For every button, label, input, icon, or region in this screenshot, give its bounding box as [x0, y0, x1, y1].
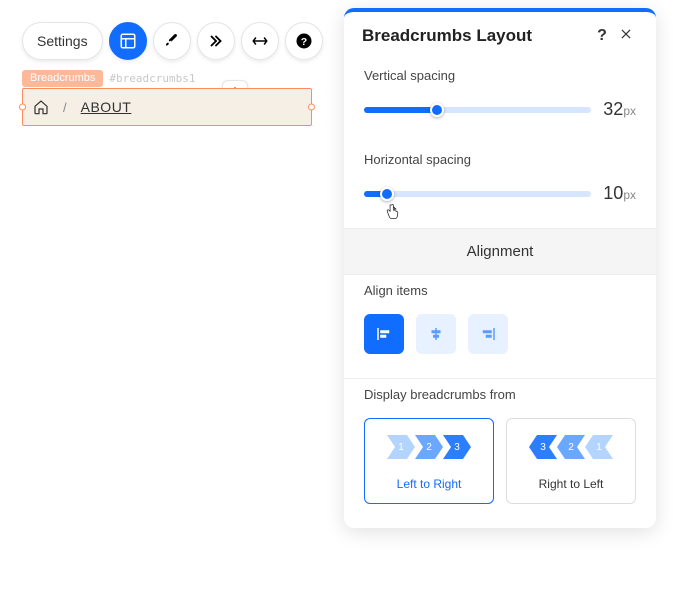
layout-icon [119, 32, 137, 50]
home-icon [33, 99, 49, 115]
unit-label: px [623, 104, 636, 118]
rtl-option[interactable]: 3 2 1 Right to Left [506, 418, 636, 504]
horizontal-spacing-slider[interactable] [364, 191, 591, 197]
help-icon: ? [295, 32, 313, 50]
vertical-spacing-section: Vertical spacing 32px [344, 60, 656, 144]
align-left-icon [375, 325, 393, 343]
horizontal-spacing-value: 10 [603, 183, 623, 203]
display-from-label: Display breadcrumbs from [364, 387, 636, 402]
resize-handle-left[interactable] [19, 104, 26, 111]
stretch-tool-button[interactable] [241, 22, 279, 60]
breadcrumb-widget[interactable]: / ABOUT [22, 88, 312, 126]
design-tool-button[interactable] [153, 22, 191, 60]
align-center-button[interactable] [416, 314, 456, 354]
settings-button[interactable]: Settings [22, 22, 103, 60]
animation-tool-button[interactable] [197, 22, 235, 60]
cursor-icon [384, 203, 400, 224]
align-items-label: Align items [364, 283, 636, 298]
vertical-spacing-value: 32 [603, 99, 623, 119]
help-tool-button[interactable]: ? [285, 22, 323, 60]
resize-handle-right[interactable] [308, 104, 315, 111]
align-right-icon [479, 325, 497, 343]
display-direction-section: Display breadcrumbs from 1 2 3 Left to R… [344, 379, 656, 528]
alignment-header: Alignment [344, 228, 656, 275]
rtl-label: Right to Left [515, 477, 627, 491]
panel-close-button[interactable] [614, 27, 638, 46]
panel-header: Breadcrumbs Layout ? [344, 12, 656, 60]
settings-label: Settings [37, 33, 88, 49]
align-right-button[interactable] [468, 314, 508, 354]
align-items-section: Align items [344, 275, 656, 378]
breadcrumb-current: ABOUT [81, 99, 132, 115]
unit-label-2: px [623, 188, 636, 202]
brush-icon [163, 32, 181, 50]
element-tag: Breadcrumbs #breadcrumbs1 [22, 70, 200, 87]
vertical-spacing-label: Vertical spacing [364, 68, 636, 83]
horizontal-spacing-label: Horizontal spacing [364, 152, 636, 167]
vertical-spacing-slider[interactable] [364, 107, 591, 113]
stretch-icon [251, 32, 269, 50]
align-left-button[interactable] [364, 314, 404, 354]
svg-text:?: ? [300, 36, 306, 48]
element-type-tag: Breadcrumbs [22, 70, 103, 87]
panel-help-button[interactable]: ? [590, 27, 614, 45]
ltr-label: Left to Right [373, 477, 485, 491]
ltr-option[interactable]: 1 2 3 Left to Right [364, 418, 494, 504]
element-id-tag: #breadcrumbs1 [105, 70, 199, 87]
breadcrumb-separator: / [63, 100, 67, 115]
toolbar: Settings ? [22, 22, 323, 60]
panel-title: Breadcrumbs Layout [362, 26, 532, 46]
animation-icon [207, 32, 225, 50]
align-center-icon [427, 325, 445, 343]
layout-tool-button[interactable] [109, 22, 147, 60]
close-icon [619, 27, 633, 41]
layout-panel: Breadcrumbs Layout ? Vertical spacing 32… [344, 8, 656, 528]
horizontal-spacing-section: Horizontal spacing 10px [344, 144, 656, 228]
